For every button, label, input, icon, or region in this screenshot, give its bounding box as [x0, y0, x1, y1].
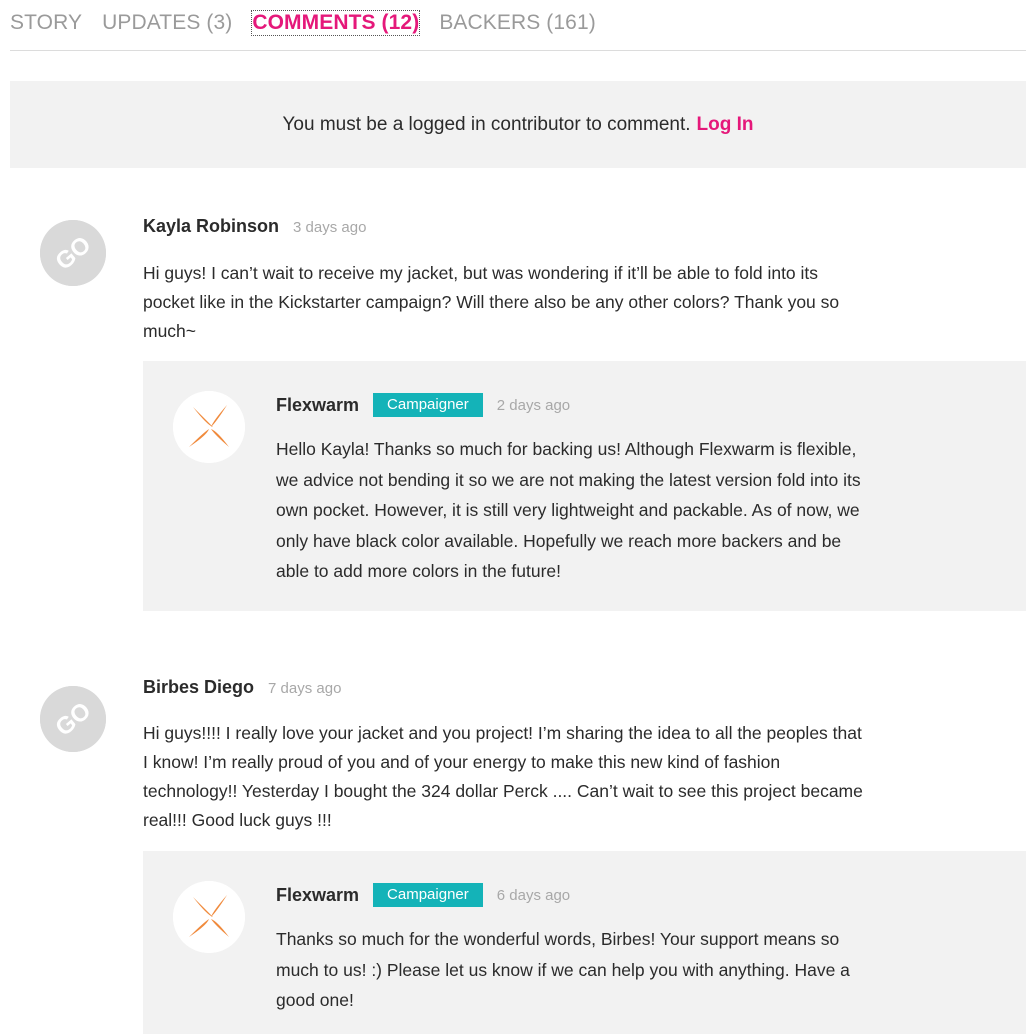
- reply-body-line: only have black color available. Hopeful…: [276, 530, 842, 551]
- comment-time: 7 days ago: [268, 680, 342, 697]
- comment-author[interactable]: Kayla Robinson: [143, 216, 279, 237]
- campaigner-badge: Campaigner: [373, 883, 483, 907]
- comment-body-line: I know! I’m really proud of you and of y…: [143, 752, 781, 772]
- reply-body-line: much to us! :) Please let us know if we …: [276, 959, 850, 980]
- comment-header: Kayla Robinson 3 days ago: [143, 216, 366, 237]
- reply-time: 6 days ago: [496, 886, 571, 904]
- reply-body-line: good one!: [276, 990, 354, 1010]
- campaigner-reply: Flexwarm Campaigner 6 days ago Thanks so…: [143, 851, 1026, 1034]
- comment-body: Hi guys! I can’t wait to receive my jack…: [143, 259, 1026, 346]
- reply-body-line: own pocket. However, it is still very li…: [276, 500, 860, 520]
- login-required-banner: You must be a logged in contributor to c…: [10, 81, 1026, 168]
- reply-body-line: Hello Kayla! Thanks so much for backing …: [276, 439, 857, 459]
- tab-comments[interactable]: COMMENTS (12): [251, 10, 421, 36]
- reply-author[interactable]: Flexwarm: [276, 885, 359, 906]
- go-avatar-icon[interactable]: GO: [40, 220, 106, 286]
- campaigner-badge: Campaigner: [373, 393, 483, 417]
- comment-body-line: Hi guys! I can’t wait to receive my jack…: [143, 263, 819, 283]
- comment-body-line: technology!! Yesterday I bought the 324 …: [143, 781, 863, 801]
- tab-backers[interactable]: BACKERS (161): [439, 11, 596, 35]
- reply-body: Thanks so much for the wonderful words, …: [276, 924, 1016, 1016]
- go-avatar-icon[interactable]: GO: [40, 686, 106, 752]
- project-tabs: STORY UPDATES (3) COMMENTS (12) BACKERS …: [10, 8, 616, 38]
- reply-body-line: Thanks so much for the wonderful words, …: [276, 929, 840, 949]
- reply-time: 2 days ago: [496, 396, 571, 414]
- campaigner-reply: Flexwarm Campaigner 2 days ago Hello Kay…: [143, 361, 1026, 611]
- tab-story[interactable]: STORY: [10, 11, 82, 35]
- comment-time: 3 days ago: [293, 219, 367, 236]
- comment-body-line: much~: [143, 321, 197, 341]
- tabs-divider: [10, 50, 1026, 51]
- login-link[interactable]: Log In: [697, 114, 754, 136]
- flexwarm-logo-icon[interactable]: [173, 391, 245, 463]
- reply-header: Flexwarm Campaigner 6 days ago: [276, 883, 570, 907]
- reply-author[interactable]: Flexwarm: [276, 395, 359, 416]
- tab-updates[interactable]: UPDATES (3): [102, 11, 232, 35]
- comment-header: Birbes Diego 7 days ago: [143, 677, 341, 698]
- comment-body-line: real!!! Good luck guys !!!: [143, 810, 332, 830]
- comment-author[interactable]: Birbes Diego: [143, 677, 254, 698]
- flexwarm-logo-icon[interactable]: [173, 881, 245, 953]
- comment-body-line: pocket like in the Kickstarter campaign?…: [143, 292, 840, 312]
- reply-body-line: able to add more colors in the future!: [276, 561, 562, 581]
- login-required-text: You must be a logged in contributor to c…: [282, 113, 691, 135]
- reply-body: Hello Kayla! Thanks so much for backing …: [276, 434, 1016, 587]
- comment-body: Hi guys!!!! I really love your jacket an…: [143, 719, 1026, 835]
- comment-body-line: Hi guys!!!! I really love your jacket an…: [143, 723, 862, 743]
- reply-body-line: we advice not bending it so we are not m…: [276, 469, 861, 490]
- reply-header: Flexwarm Campaigner 2 days ago: [276, 393, 570, 417]
